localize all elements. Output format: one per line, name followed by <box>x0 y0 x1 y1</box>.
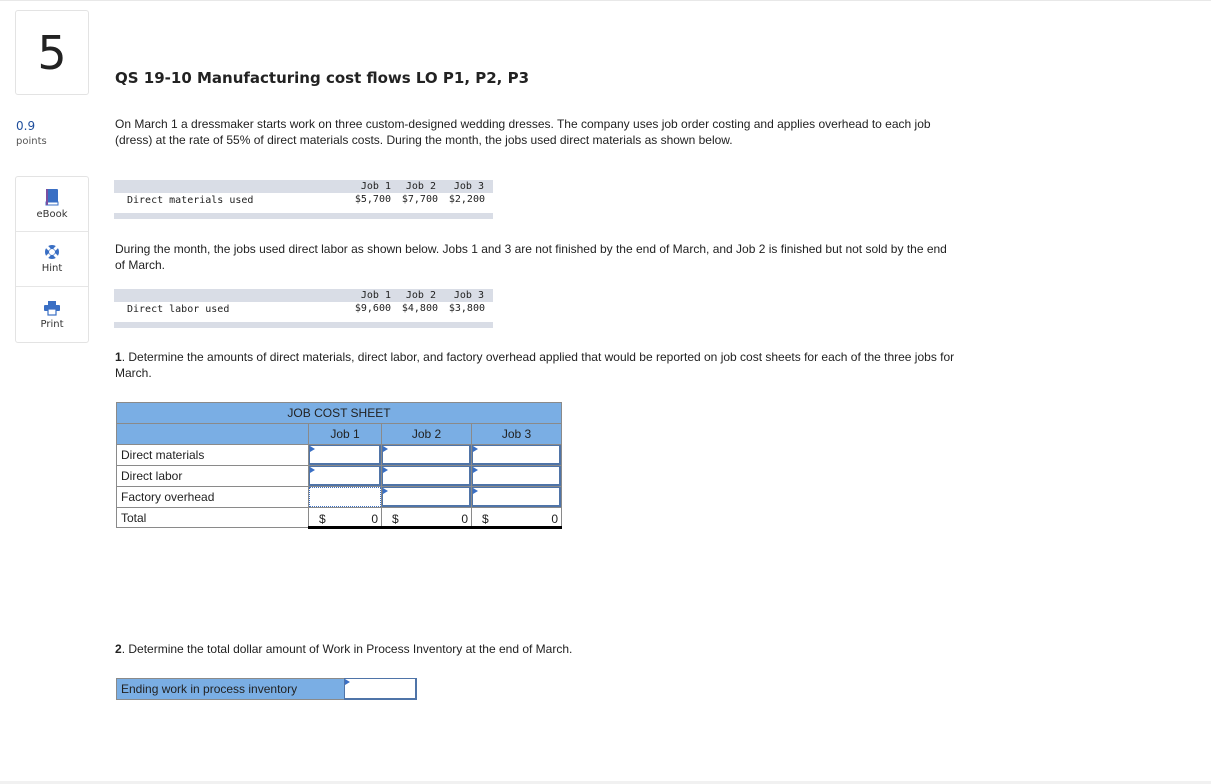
header-job-2: Job 2 <box>405 290 436 301</box>
labor-job-3: $3,800 <box>448 303 485 314</box>
row-total: Total $0 $0 $0 <box>116 507 562 529</box>
intro-paragraph: On March 1 a dressmaker starts work on t… <box>115 117 931 147</box>
lifebuoy-icon <box>44 244 60 260</box>
tools-panel: eBook Hint Print <box>15 176 89 343</box>
hint-label: Hint <box>41 263 63 274</box>
row-label: Total <box>116 507 309 528</box>
col-job-2: Job 2 <box>381 423 472 445</box>
ebook-button[interactable]: eBook <box>16 177 88 232</box>
labor-paragraph: During the month, the jobs used direct l… <box>115 242 947 272</box>
hint-button[interactable]: Hint <box>16 232 88 287</box>
materials-given-table: Job 1 Job 2 Job 3 Direct materials used … <box>114 180 493 219</box>
question-title: QS 19-10 Manufacturing cost flows LO P1,… <box>115 69 530 87</box>
foh-job-2-input[interactable] <box>382 487 471 507</box>
labor-given-table: Job 1 Job 2 Job 3 Direct labor used $9,6… <box>114 289 493 328</box>
wip-input[interactable] <box>344 678 417 700</box>
col-job-3: Job 3 <box>471 423 562 445</box>
input-marker-icon <box>473 467 478 473</box>
print-button[interactable]: Print <box>16 287 88 342</box>
header-job-2: Job 2 <box>405 181 436 192</box>
header-job-1: Job 1 <box>360 181 391 192</box>
labor-job-2: $4,800 <box>401 303 438 314</box>
row-direct-labor: Direct labor <box>116 465 562 487</box>
total-job-1: $0 <box>308 507 382 529</box>
dl-job-1-input[interactable] <box>309 466 381 486</box>
input-marker-icon <box>383 467 388 473</box>
input-marker-icon <box>310 446 315 452</box>
col-job-1: Job 1 <box>308 423 382 445</box>
labor-job-1: $9,600 <box>354 303 391 314</box>
row-label: Direct materials <box>116 444 309 466</box>
job-cost-sheet-table: JOB COST SHEET Job 1 Job 2 Job 3 Direct … <box>116 402 562 529</box>
wip-row: Ending work in process inventory <box>116 678 417 700</box>
input-marker-icon <box>310 467 315 473</box>
header-job-3: Job 3 <box>453 181 484 192</box>
dm-job-2-input[interactable] <box>382 445 471 465</box>
materials-job-1: $5,700 <box>354 194 391 205</box>
input-marker-icon <box>383 488 388 494</box>
row-label: Factory overhead <box>116 486 309 508</box>
input-marker-icon <box>473 488 478 494</box>
part2-number: 2 <box>115 642 122 656</box>
input-marker-icon <box>345 679 350 685</box>
points-value: 0.9 <box>16 119 36 133</box>
header-job-1: Job 1 <box>360 290 391 301</box>
part2-prompt: 2. Determine the total dollar amount of … <box>115 641 955 657</box>
points-label: points <box>16 136 47 147</box>
dm-job-1-input[interactable] <box>309 445 381 465</box>
materials-job-3: $2,200 <box>448 194 485 205</box>
printer-icon <box>43 300 61 316</box>
materials-job-2: $7,700 <box>401 194 438 205</box>
input-marker-icon <box>383 446 388 452</box>
dl-job-2-input[interactable] <box>382 466 471 486</box>
book-icon <box>44 188 60 206</box>
part1-prompt: 1. Determine the amounts of direct mater… <box>115 349 955 381</box>
ebook-label: eBook <box>36 209 68 220</box>
part1-number: 1 <box>115 350 122 364</box>
blank-header <box>116 423 309 445</box>
input-marker-icon <box>473 446 478 452</box>
total-job-2: $0 <box>381 507 472 529</box>
dl-job-3-input[interactable] <box>472 466 561 486</box>
question-number: 5 <box>15 10 89 95</box>
row-direct-materials: Direct materials <box>116 444 562 466</box>
header-job-3: Job 3 <box>453 290 484 301</box>
dm-job-3-input[interactable] <box>472 445 561 465</box>
materials-label: Direct materials used <box>127 195 254 206</box>
row-factory-overhead: Factory overhead <box>116 486 562 508</box>
part2-text: . Determine the total dollar amount of W… <box>121 642 573 656</box>
print-label: Print <box>40 318 64 330</box>
total-job-3: $0 <box>471 507 562 529</box>
foh-job-1-input[interactable] <box>309 487 381 507</box>
job-cost-sheet-title: JOB COST SHEET <box>116 402 562 424</box>
row-label: Direct labor <box>116 465 309 487</box>
labor-label: Direct labor used <box>127 304 230 315</box>
part1-text: . Determine the amounts of direct materi… <box>115 350 955 380</box>
top-divider <box>0 0 1211 1</box>
wip-label: Ending work in process inventory <box>116 678 344 700</box>
foh-job-3-input[interactable] <box>472 487 561 507</box>
